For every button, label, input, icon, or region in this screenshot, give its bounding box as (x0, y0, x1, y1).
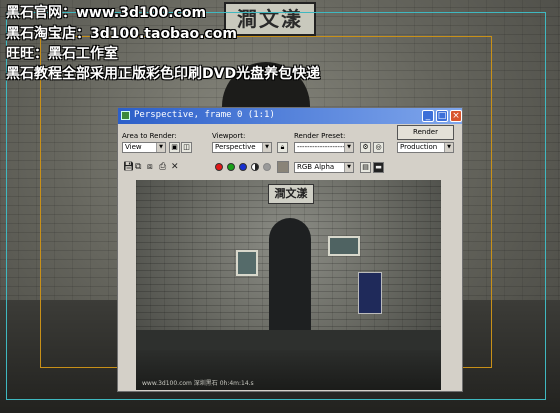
alpha-channel-toggle[interactable] (251, 163, 259, 171)
chevron-down-icon: ▼ (344, 143, 353, 152)
green-channel-toggle[interactable] (227, 163, 235, 171)
overlay-wangwang: 旺旺：黑石工作室 (6, 46, 118, 62)
channel-value: RGB Alpha (297, 163, 335, 171)
render-setup-icon[interactable]: ⚙ (360, 142, 371, 153)
viewport-value: Perspective (215, 143, 256, 151)
environment-icon[interactable]: ◎ (373, 142, 384, 153)
render-window-left (236, 250, 258, 276)
area-to-render-label: Area to Render: (122, 132, 177, 140)
chevron-down-icon: ▼ (156, 143, 165, 152)
lock-icon[interactable]: 🔒︎ (277, 142, 288, 153)
overlay-dvd-note: 黑石教程全部采用正版彩色印刷DVD光盘养包快递 (6, 66, 321, 82)
channel-dropdown[interactable]: RGB Alpha ▼ (294, 162, 354, 173)
app-icon (121, 111, 130, 120)
chevron-down-icon: ▼ (344, 163, 353, 172)
window-titlebar[interactable]: Perspective, frame 0 (1:1) _ □ × (118, 108, 462, 124)
window-title: Perspective, frame 0 (1:1) (134, 110, 275, 120)
edit-region-icon[interactable]: ▣ (169, 142, 180, 153)
blue-channel-toggle[interactable] (239, 163, 247, 171)
render-signboard (358, 272, 382, 314)
overlay-website: 黑石官网：www.3d100.com (6, 5, 207, 21)
close-button[interactable]: × (450, 110, 462, 122)
maximize-button[interactable]: □ (436, 110, 448, 122)
render-sign: 澗文漾 (268, 184, 314, 204)
render-preset-value: -------------------- (297, 143, 348, 151)
rendered-image[interactable]: 澗文漾 www.3d100.com 深圳黑石 0h:4m:14.s (136, 180, 441, 390)
red-channel-toggle[interactable] (215, 163, 223, 171)
render-stamp: www.3d100.com 深圳黑石 0h:4m:14.s (142, 380, 254, 387)
render-archway (269, 218, 311, 336)
viewport-label: Viewport: (212, 132, 246, 140)
render-preset-dropdown[interactable]: -------------------- ▼ (294, 142, 354, 153)
mono-icon[interactable] (263, 163, 271, 171)
save-icon[interactable]: 💾︎ (123, 162, 134, 172)
swatch-icon[interactable] (277, 161, 289, 173)
clone-icon[interactable]: ⧈ (147, 162, 153, 172)
toggle-ui-icon[interactable]: ▬ (373, 162, 384, 173)
auto-region-icon[interactable]: ◫ (181, 142, 192, 153)
render-preset-label: Render Preset: (294, 132, 346, 140)
overlay-shop: 黑石淘宝店：3d100.taobao.com (6, 26, 237, 42)
render-button[interactable]: Render (397, 125, 454, 140)
render-window-right (328, 236, 360, 256)
copy-icon[interactable]: ⧉ (135, 162, 141, 172)
minimize-button[interactable]: _ (422, 110, 434, 122)
rendered-frame-window: Perspective, frame 0 (1:1) _ □ × Area to… (117, 107, 463, 392)
chevron-down-icon: ▼ (262, 143, 271, 152)
production-dropdown[interactable]: Production ▼ (397, 142, 454, 153)
chevron-down-icon: ▼ (444, 143, 453, 152)
display-icon[interactable]: ▤ (360, 162, 371, 173)
production-value: Production (400, 143, 438, 151)
render-base (136, 330, 441, 350)
area-to-render-value: View (125, 143, 142, 151)
clear-icon[interactable]: ✕ (171, 162, 179, 172)
area-to-render-dropdown[interactable]: View ▼ (122, 142, 166, 153)
print-icon[interactable]: ⎙ (159, 162, 166, 172)
viewport-dropdown[interactable]: Perspective ▼ (212, 142, 272, 153)
